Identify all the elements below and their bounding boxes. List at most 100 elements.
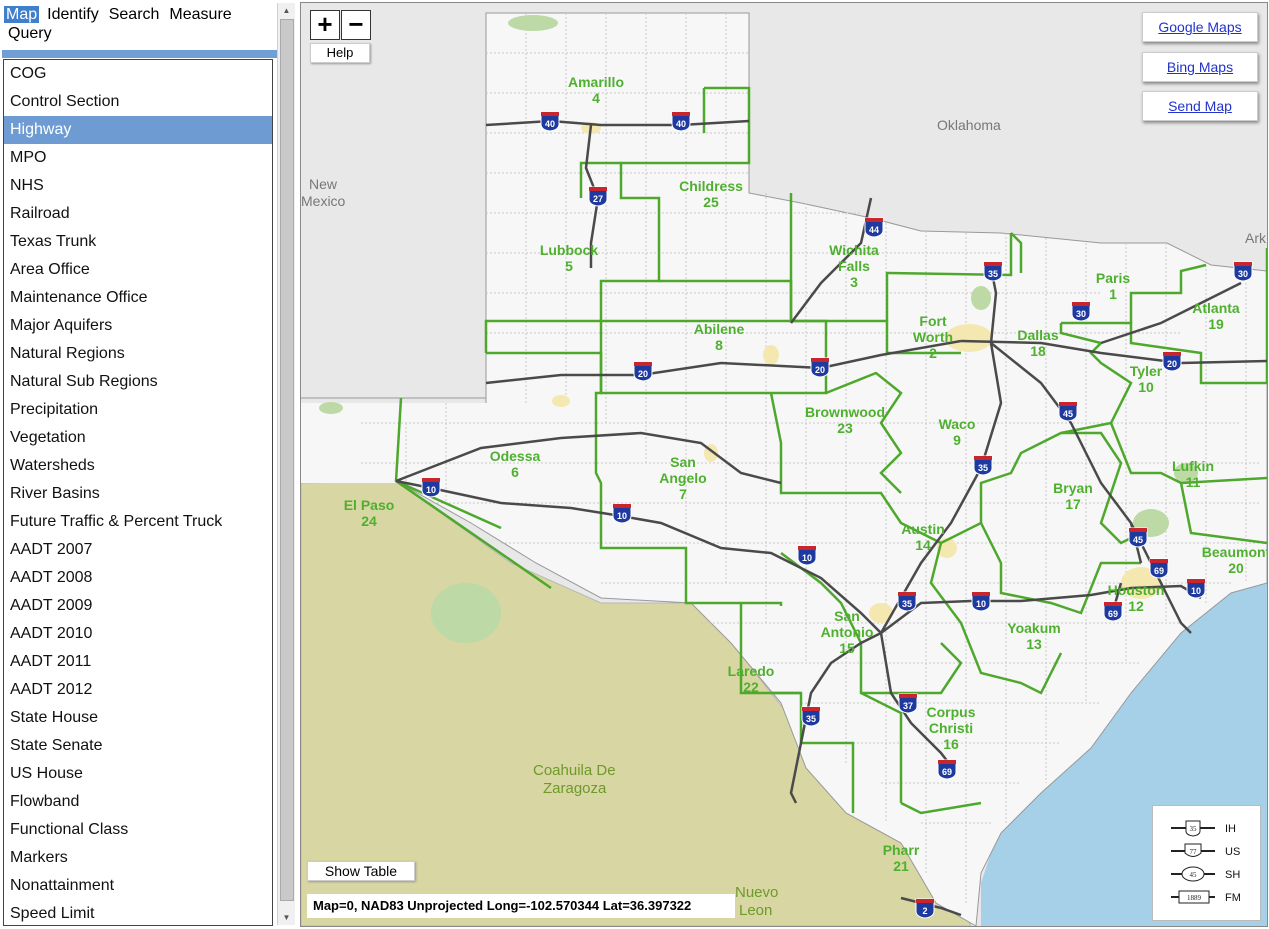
shield-number: 35 bbox=[978, 463, 988, 473]
district-name-label: Christi bbox=[929, 720, 973, 736]
scroll-down-icon[interactable]: ▼ bbox=[278, 910, 295, 925]
tab-measure[interactable]: Measure bbox=[167, 6, 233, 23]
layer-item[interactable]: AADT 2008 bbox=[4, 564, 272, 592]
layer-item[interactable]: State Senate bbox=[4, 732, 272, 760]
layer-item[interactable]: Maintenance Office bbox=[4, 284, 272, 312]
shield-number: 35 bbox=[806, 714, 816, 724]
district-name-label: Wichita bbox=[829, 242, 879, 258]
district-number-label: 21 bbox=[893, 858, 909, 874]
layer-item[interactable]: State House bbox=[4, 704, 272, 732]
tab-identify[interactable]: Identify bbox=[45, 6, 101, 23]
district-name-label: Falls bbox=[838, 258, 870, 274]
layer-item[interactable]: Area Office bbox=[4, 256, 272, 284]
zoom-out-button[interactable]: − bbox=[341, 10, 371, 40]
layer-item[interactable]: Vegetation bbox=[4, 424, 272, 452]
bing-maps-button[interactable]: Bing Maps bbox=[1142, 52, 1258, 82]
layer-item[interactable]: Major Aquifers bbox=[4, 312, 272, 340]
district-number-label: 7 bbox=[679, 486, 687, 502]
layer-item[interactable]: AADT 2009 bbox=[4, 592, 272, 620]
interstate-shield-icon: 10 bbox=[797, 545, 817, 566]
legend-label: FM bbox=[1225, 892, 1241, 904]
layer-item[interactable]: MPO bbox=[4, 144, 272, 172]
interstate-shield-icon: 44 bbox=[864, 217, 884, 238]
district-name-label: El Paso bbox=[344, 497, 395, 513]
layer-item[interactable]: Nonattainment bbox=[4, 872, 272, 900]
district-number-label: 4 bbox=[592, 90, 600, 106]
map-view[interactable]: 40 40 27 44 35 30 30 20 20 20 45 35 10 10 10 45 69 10 35 10… bbox=[300, 2, 1268, 927]
shield-number: 69 bbox=[1108, 609, 1118, 619]
district-name-label: Houston bbox=[1108, 582, 1165, 598]
layer-list-scrollbar[interactable]: ▲ ▼ bbox=[277, 3, 295, 925]
legend-shield-number: 45 bbox=[1190, 871, 1198, 879]
district-name-label: Lubbock bbox=[540, 242, 599, 258]
layer-item[interactable]: Precipitation bbox=[4, 396, 272, 424]
district-name-label: Lufkin bbox=[1172, 458, 1214, 474]
layer-item[interactable]: Flowband bbox=[4, 788, 272, 816]
layer-item[interactable]: Watersheds bbox=[4, 452, 272, 480]
layer-item[interactable]: Future Traffic & Percent Truck bbox=[4, 508, 272, 536]
shield-number: 20 bbox=[1167, 359, 1177, 369]
district-name-label: Beaumont bbox=[1202, 544, 1267, 560]
district-number-label: 5 bbox=[565, 258, 573, 274]
layer-item[interactable]: Control Section bbox=[4, 88, 272, 116]
tab-query[interactable]: Query bbox=[6, 25, 54, 42]
google-maps-button[interactable]: Google Maps bbox=[1142, 12, 1258, 42]
shield-number: 10 bbox=[976, 599, 986, 609]
layer-item[interactable]: AADT 2011 bbox=[4, 648, 272, 676]
interstate-shield-icon: 45 bbox=[1128, 527, 1148, 548]
layer-item[interactable]: Natural Sub Regions bbox=[4, 368, 272, 396]
district-number-label: 1 bbox=[1109, 286, 1117, 302]
district-name-label: Bryan bbox=[1053, 480, 1093, 496]
send-map-button[interactable]: Send Map bbox=[1142, 91, 1258, 121]
layer-item[interactable]: US House bbox=[4, 760, 272, 788]
district-name-label: Angelo bbox=[659, 470, 706, 486]
highway-legend: 35 IH 77 US 45 SH 1889 FM bbox=[1152, 805, 1261, 921]
layer-item[interactable]: NHS bbox=[4, 172, 272, 200]
district-number-label: 22 bbox=[743, 679, 759, 695]
interstate-shield-icon: 20 bbox=[810, 357, 830, 378]
layer-item[interactable]: Natural Regions bbox=[4, 340, 272, 368]
layer-item[interactable]: COG bbox=[4, 60, 272, 88]
interstate-shield-icon: 20 bbox=[1162, 351, 1182, 372]
map-canvas[interactable]: 40 40274435303020 202045351010104569103510… bbox=[301, 3, 1267, 926]
legend-item: 1889 FM bbox=[1171, 890, 1241, 904]
district-number-label: 14 bbox=[915, 537, 931, 553]
interstate-shield-icon: 69 bbox=[1149, 558, 1169, 579]
new-mexico-label-1: New bbox=[309, 176, 338, 192]
district-name-label: Yoakum bbox=[1007, 620, 1060, 636]
panel-header-bar bbox=[2, 50, 277, 58]
shield-number: 10 bbox=[802, 553, 812, 563]
tab-map[interactable]: Map bbox=[4, 6, 40, 23]
layer-item[interactable]: Texas Trunk bbox=[4, 228, 272, 256]
layer-item[interactable]: Highway bbox=[4, 116, 272, 144]
show-table-button[interactable]: Show Table bbox=[307, 861, 415, 881]
district-name-label: Tyler bbox=[1130, 363, 1163, 379]
interstate-shield-icon: 30 bbox=[1071, 301, 1091, 322]
layer-item[interactable]: Functional Class bbox=[4, 816, 272, 844]
district-name-label: Abilene bbox=[694, 321, 745, 337]
interstate-shield-icon: 10 bbox=[612, 503, 632, 524]
legend-graphic: 35 IH 77 US 45 SH 1889 FM bbox=[1171, 820, 1241, 904]
coahuila-label-1: Coahuila De bbox=[533, 762, 616, 779]
coahuila-label-2: Zaragoza bbox=[543, 780, 607, 797]
shield-number: 20 bbox=[815, 365, 825, 375]
zoom-in-button[interactable]: + bbox=[310, 10, 340, 40]
shield-number: 10 bbox=[426, 485, 436, 495]
scroll-thumb[interactable] bbox=[280, 19, 294, 901]
nuevo-leon-label-1: Nuevo bbox=[735, 884, 778, 901]
layer-item[interactable]: Railroad bbox=[4, 200, 272, 228]
layer-item[interactable]: Speed Limit bbox=[4, 900, 272, 925]
legend-shield-number: 1889 bbox=[1187, 894, 1202, 902]
legend-item: 35 IH bbox=[1171, 820, 1236, 837]
scroll-up-icon[interactable]: ▲ bbox=[278, 3, 295, 18]
layer-list[interactable]: COG Control Section Highway MPO NHS Railroad T… bbox=[3, 59, 273, 926]
layer-item[interactable]: AADT 2012 bbox=[4, 676, 272, 704]
help-button[interactable]: Help bbox=[310, 43, 370, 63]
district-number-label: 23 bbox=[837, 420, 853, 436]
legend-item: 45 SH bbox=[1171, 866, 1240, 882]
layer-item[interactable]: AADT 2007 bbox=[4, 536, 272, 564]
layer-item[interactable]: River Basins bbox=[4, 480, 272, 508]
layer-item[interactable]: AADT 2010 bbox=[4, 620, 272, 648]
layer-item[interactable]: Markers bbox=[4, 844, 272, 872]
tab-search[interactable]: Search bbox=[107, 6, 162, 23]
